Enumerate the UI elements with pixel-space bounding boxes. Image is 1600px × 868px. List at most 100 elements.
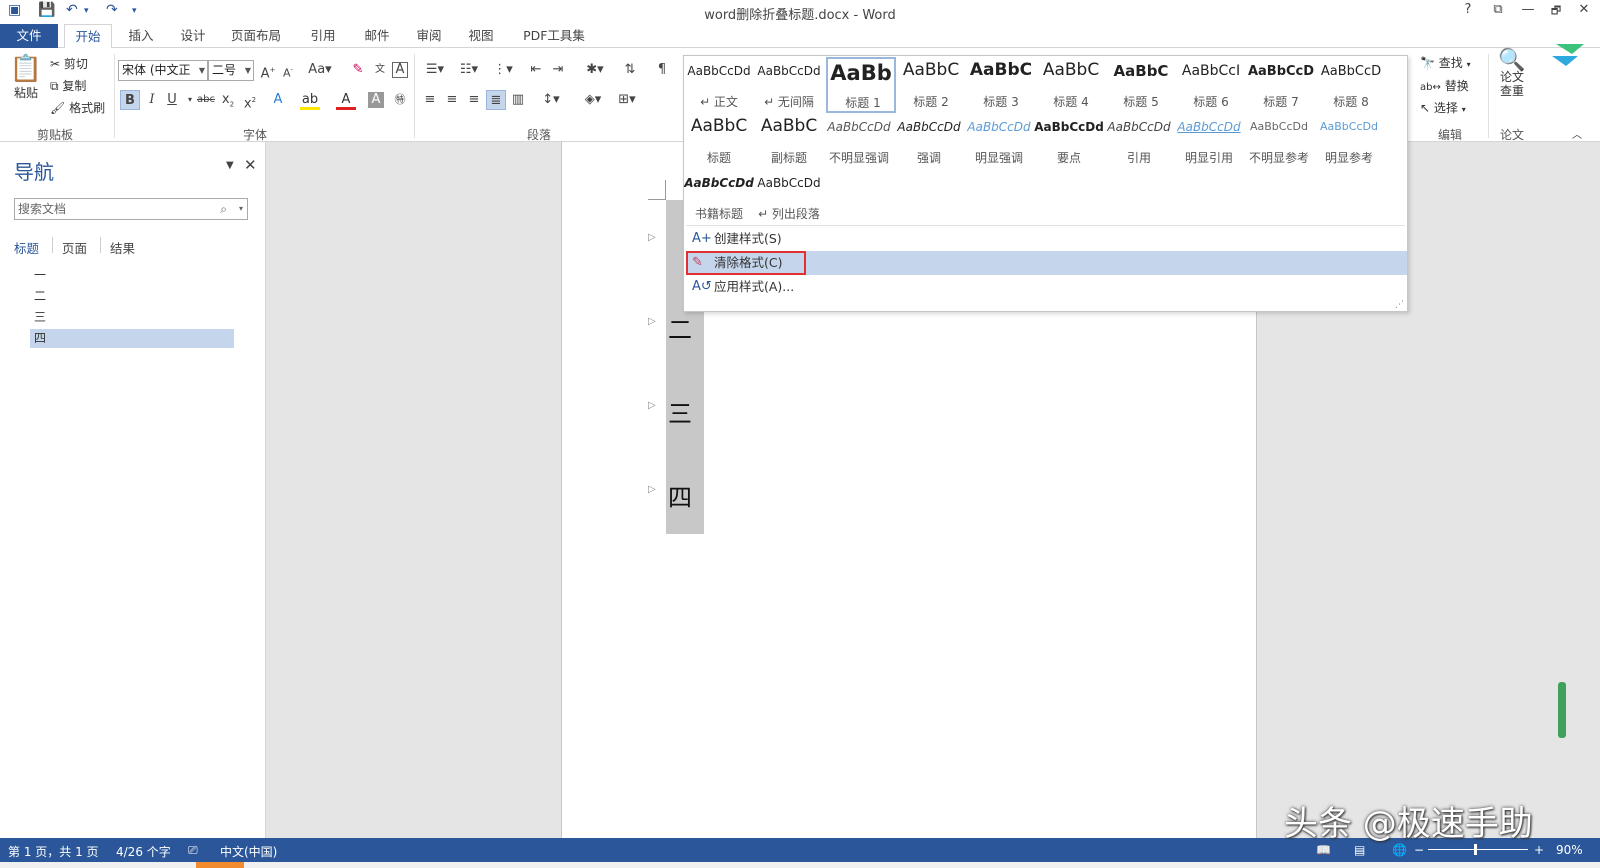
nav-tab-headings[interactable]: 标题: [14, 238, 39, 257]
style-subtle-emphasis[interactable]: AaBbCcDd 不明显强调: [824, 112, 894, 168]
collapse-triangle-icon[interactable]: ▷: [648, 400, 656, 411]
style-normal[interactable]: AaBbCcDd ↵ 正文: [684, 56, 754, 112]
character-border-icon[interactable]: A: [392, 62, 408, 78]
style-strong[interactable]: AaBbCcDd 要点: [1034, 112, 1104, 168]
style-no-spacing[interactable]: AaBbCcDd ↵ 无间隔: [754, 56, 824, 112]
style-list-paragraph[interactable]: AaBbCcDd ↵ 列出段落: [754, 168, 824, 224]
tab-design[interactable]: 设计: [170, 24, 216, 48]
help-button[interactable]: ?: [1456, 2, 1480, 22]
document-heading[interactable]: 二: [668, 310, 692, 345]
style-heading-3[interactable]: AaBbC 标题 3: [966, 56, 1036, 112]
change-case-button[interactable]: Aa▾: [306, 60, 334, 80]
document-heading[interactable]: 三: [668, 394, 692, 429]
style-heading-4[interactable]: AaBbC 标题 4: [1036, 56, 1106, 112]
language-indicator[interactable]: 中文(中国): [220, 843, 277, 860]
nav-close-icon[interactable]: ✕: [244, 156, 257, 174]
minimize-button[interactable]: —: [1516, 2, 1540, 22]
style-intense-emphasis[interactable]: AaBbCcDd 明显强调: [964, 112, 1034, 168]
align-right-icon[interactable]: ≡: [464, 90, 484, 110]
style-heading-8[interactable]: AaBbCcD 标题 8: [1316, 56, 1386, 112]
underline-button[interactable]: U: [162, 90, 182, 110]
increase-indent-icon[interactable]: ⇥: [548, 60, 568, 80]
tab-references[interactable]: 引用: [300, 24, 346, 48]
style-emphasis[interactable]: AaBbCcDd 强调: [894, 112, 964, 168]
multilevel-list-icon[interactable]: ⋮▾: [488, 60, 518, 80]
resize-grip-icon[interactable]: ⋰: [1395, 300, 1404, 310]
shading-icon[interactable]: ◈▾: [578, 90, 608, 110]
distributed-icon[interactable]: ▥: [508, 90, 528, 110]
italic-button[interactable]: I: [142, 90, 162, 110]
chevron-down-icon[interactable]: ▼: [245, 61, 251, 80]
decrease-indent-icon[interactable]: ⇤: [526, 60, 546, 80]
justify-icon[interactable]: ≣: [486, 90, 506, 110]
style-heading-7[interactable]: AaBbCcD 标题 7: [1246, 56, 1316, 112]
close-button[interactable]: ✕: [1572, 2, 1596, 22]
nav-tab-results[interactable]: 结果: [110, 238, 135, 257]
style-heading-2[interactable]: AaBbC 标题 2: [896, 56, 966, 112]
style-book-title[interactable]: AaBbCcDd 书籍标题: [684, 168, 754, 224]
zoom-out-icon[interactable]: −: [1414, 843, 1424, 857]
style-heading-5[interactable]: AaBbC 标题 5: [1106, 56, 1176, 112]
page-count[interactable]: 第 1 页，共 1 页: [8, 843, 99, 860]
nav-heading-item-selected[interactable]: 四: [30, 329, 234, 348]
chevron-down-icon[interactable]: ▼: [199, 61, 205, 80]
strikethrough-button[interactable]: abc: [196, 90, 216, 110]
ribbon-display-options-button[interactable]: ⧉: [1486, 2, 1510, 22]
tab-file[interactable]: 文件: [0, 24, 58, 48]
font-size-combo[interactable]: 二号 ▼: [208, 60, 254, 81]
zoom-slider-thumb[interactable]: [1474, 844, 1477, 855]
proofing-icon[interactable]: ⎚: [188, 843, 198, 858]
tab-mailings[interactable]: 邮件: [354, 24, 400, 48]
tab-page-layout[interactable]: 页面布局: [224, 24, 288, 48]
numbering-icon[interactable]: ☷▾: [454, 60, 484, 80]
borders-icon[interactable]: ⊞▾: [612, 90, 642, 110]
thesis-check-button[interactable]: 🔍 论文 查重: [1494, 50, 1530, 99]
maximize-button[interactable]: 🗗: [1544, 2, 1568, 22]
web-layout-icon[interactable]: 🌐: [1392, 843, 1407, 857]
style-heading-6[interactable]: AaBbCcI 标题 6: [1176, 56, 1246, 112]
copy-button[interactable]: ⧉ 复制: [50, 77, 86, 94]
collapse-triangle-icon[interactable]: ▷: [648, 316, 656, 327]
style-intense-reference[interactable]: AaBbCcDd 明显参考: [1314, 112, 1384, 168]
style-subtle-reference[interactable]: AaBbCcDd 不明显参考: [1244, 112, 1314, 168]
tab-view[interactable]: 视图: [458, 24, 504, 48]
zoom-in-icon[interactable]: +: [1534, 843, 1544, 857]
font-name-combo[interactable]: 宋体 (中文正 ▼: [118, 60, 208, 81]
shrink-font-button[interactable]: A-: [278, 60, 298, 80]
style-title[interactable]: AaBbC 标题: [684, 112, 754, 168]
zoom-slider-track[interactable]: [1428, 849, 1528, 850]
style-quote[interactable]: AaBbCcDd 引用: [1104, 112, 1174, 168]
text-effects-icon[interactable]: A: [268, 90, 288, 110]
cut-button[interactable]: ✂ 剪切: [50, 55, 88, 72]
replace-button[interactable]: ab↔ 替换: [1420, 77, 1469, 94]
show-marks-icon[interactable]: ¶: [652, 60, 672, 80]
tab-insert[interactable]: 插入: [118, 24, 164, 48]
nav-heading-item[interactable]: 三: [34, 308, 46, 327]
phonetic-guide-icon[interactable]: 文: [370, 60, 390, 80]
nav-heading-item[interactable]: 二: [34, 287, 46, 306]
asian-layout-icon[interactable]: ✱▾: [580, 60, 610, 80]
paste-button[interactable]: 📋 粘贴: [8, 54, 44, 114]
grow-font-button[interactable]: A+: [258, 60, 278, 81]
sort-icon[interactable]: ⇅: [620, 60, 640, 80]
enclose-character-icon[interactable]: ㊕: [390, 90, 410, 110]
tab-home[interactable]: 开始: [64, 24, 112, 49]
superscript-button[interactable]: x2: [240, 90, 260, 111]
bullets-icon[interactable]: ☰▾: [420, 60, 450, 80]
read-mode-icon[interactable]: 📖: [1316, 843, 1331, 857]
search-input[interactable]: 搜索文档 ⌕ ▾: [14, 198, 248, 220]
create-style-item[interactable]: A+ 创建样式(S): [686, 227, 1407, 251]
clear-formatting-item[interactable]: ✎ 清除格式(C): [686, 251, 1407, 275]
character-shading-icon[interactable]: A: [368, 92, 384, 108]
search-icon[interactable]: ⌕: [220, 199, 227, 219]
tab-review[interactable]: 审阅: [406, 24, 452, 48]
format-painter-button[interactable]: 🖌 格式刷: [50, 99, 105, 116]
subscript-button[interactable]: x2: [218, 90, 238, 110]
style-subtitle[interactable]: AaBbC 副标题: [754, 112, 824, 168]
align-left-icon[interactable]: ≡: [420, 90, 440, 110]
collapse-ribbon-icon[interactable]: ︿: [1572, 126, 1582, 141]
word-count[interactable]: 4/26 个字: [116, 843, 171, 860]
select-button[interactable]: ↖ 选择 ▾: [1420, 99, 1466, 116]
find-button[interactable]: 🔭 查找 ▾: [1420, 54, 1471, 71]
nav-heading-item[interactable]: 一: [34, 266, 46, 285]
